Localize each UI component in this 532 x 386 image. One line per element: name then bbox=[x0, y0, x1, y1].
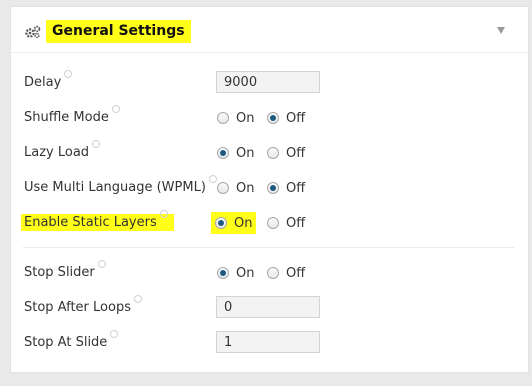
setting-row-multi-language: Use Multi Language (WPML) On Off bbox=[11, 174, 528, 204]
info-icon[interactable] bbox=[92, 140, 101, 148]
shuffle-mode-off-option[interactable]: Off bbox=[267, 109, 305, 127]
setting-row-lazy-load: Lazy Load On Off bbox=[11, 139, 528, 169]
setting-label: Shuffle Mode bbox=[24, 105, 120, 125]
option-label: On bbox=[236, 110, 255, 126]
lazy-load-on-option[interactable]: On bbox=[217, 144, 254, 162]
setting-label: Stop After Loops bbox=[24, 295, 142, 315]
setting-label: Use Multi Language (WPML) bbox=[24, 175, 217, 195]
general-settings-panel: General Settings Delay Shuffle Mode On O… bbox=[10, 6, 529, 373]
setting-row-shuffle-mode: Shuffle Mode On Off bbox=[11, 104, 528, 134]
multi-language-on-option[interactable]: On bbox=[217, 179, 254, 197]
stop-slider-on-option[interactable]: On bbox=[217, 264, 254, 282]
radio-button[interactable] bbox=[267, 217, 279, 229]
radio-button[interactable] bbox=[267, 147, 279, 159]
shuffle-mode-on-option[interactable]: On bbox=[217, 109, 254, 127]
delay-input[interactable] bbox=[216, 71, 320, 93]
setting-row-stop-slider: Stop Slider On Off bbox=[11, 259, 528, 289]
info-icon[interactable] bbox=[111, 105, 120, 113]
radio-button[interactable] bbox=[267, 267, 279, 279]
info-icon[interactable] bbox=[133, 295, 142, 303]
setting-label: Stop Slider bbox=[24, 260, 106, 280]
stop-slider-off-option[interactable]: Off bbox=[267, 264, 305, 282]
radio-button[interactable] bbox=[215, 217, 227, 229]
setting-row-delay: Delay bbox=[11, 69, 528, 99]
setting-label: Lazy Load bbox=[24, 140, 101, 160]
option-label: On bbox=[236, 265, 255, 281]
option-label: Off bbox=[286, 265, 306, 281]
triangle-down-icon[interactable] bbox=[497, 27, 505, 34]
setting-row-stop-after-loops: Stop After Loops bbox=[11, 294, 528, 324]
option-label: On bbox=[236, 180, 255, 196]
info-icon[interactable] bbox=[208, 175, 217, 183]
section-divider bbox=[23, 247, 514, 248]
radio-button[interactable] bbox=[217, 147, 229, 159]
gears-icon bbox=[25, 25, 41, 39]
setting-row-stop-at-slide: Stop At Slide bbox=[11, 329, 528, 359]
static-layers-on-option[interactable]: On bbox=[211, 212, 257, 234]
lazy-load-off-option[interactable]: Off bbox=[267, 144, 305, 162]
radio-button[interactable] bbox=[217, 267, 229, 279]
setting-label: Stop At Slide bbox=[24, 330, 119, 350]
multi-language-off-option[interactable]: Off bbox=[267, 179, 305, 197]
info-icon[interactable] bbox=[159, 210, 168, 218]
radio-button[interactable] bbox=[267, 112, 279, 124]
radio-button[interactable] bbox=[267, 182, 279, 194]
info-icon[interactable] bbox=[64, 70, 73, 78]
option-label: On bbox=[236, 145, 255, 161]
option-label: Off bbox=[286, 215, 306, 231]
setting-label: Delay bbox=[24, 70, 73, 90]
radio-button[interactable] bbox=[217, 112, 229, 124]
stop-at-slide-input[interactable] bbox=[216, 331, 320, 353]
setting-label: Enable Static Layers bbox=[21, 210, 174, 231]
option-label: On bbox=[234, 215, 253, 231]
static-layers-off-option[interactable]: Off bbox=[267, 214, 305, 232]
panel-title: General Settings bbox=[46, 20, 191, 43]
option-label: Off bbox=[286, 180, 306, 196]
setting-row-static-layers: Enable Static Layers On Off bbox=[11, 209, 528, 239]
stop-after-loops-input[interactable] bbox=[216, 296, 320, 318]
radio-button[interactable] bbox=[217, 182, 229, 194]
info-icon[interactable] bbox=[97, 260, 106, 268]
option-label: Off bbox=[286, 110, 306, 126]
panel-header[interactable]: General Settings bbox=[11, 7, 528, 53]
option-label: Off bbox=[286, 145, 306, 161]
info-icon[interactable] bbox=[110, 330, 119, 338]
